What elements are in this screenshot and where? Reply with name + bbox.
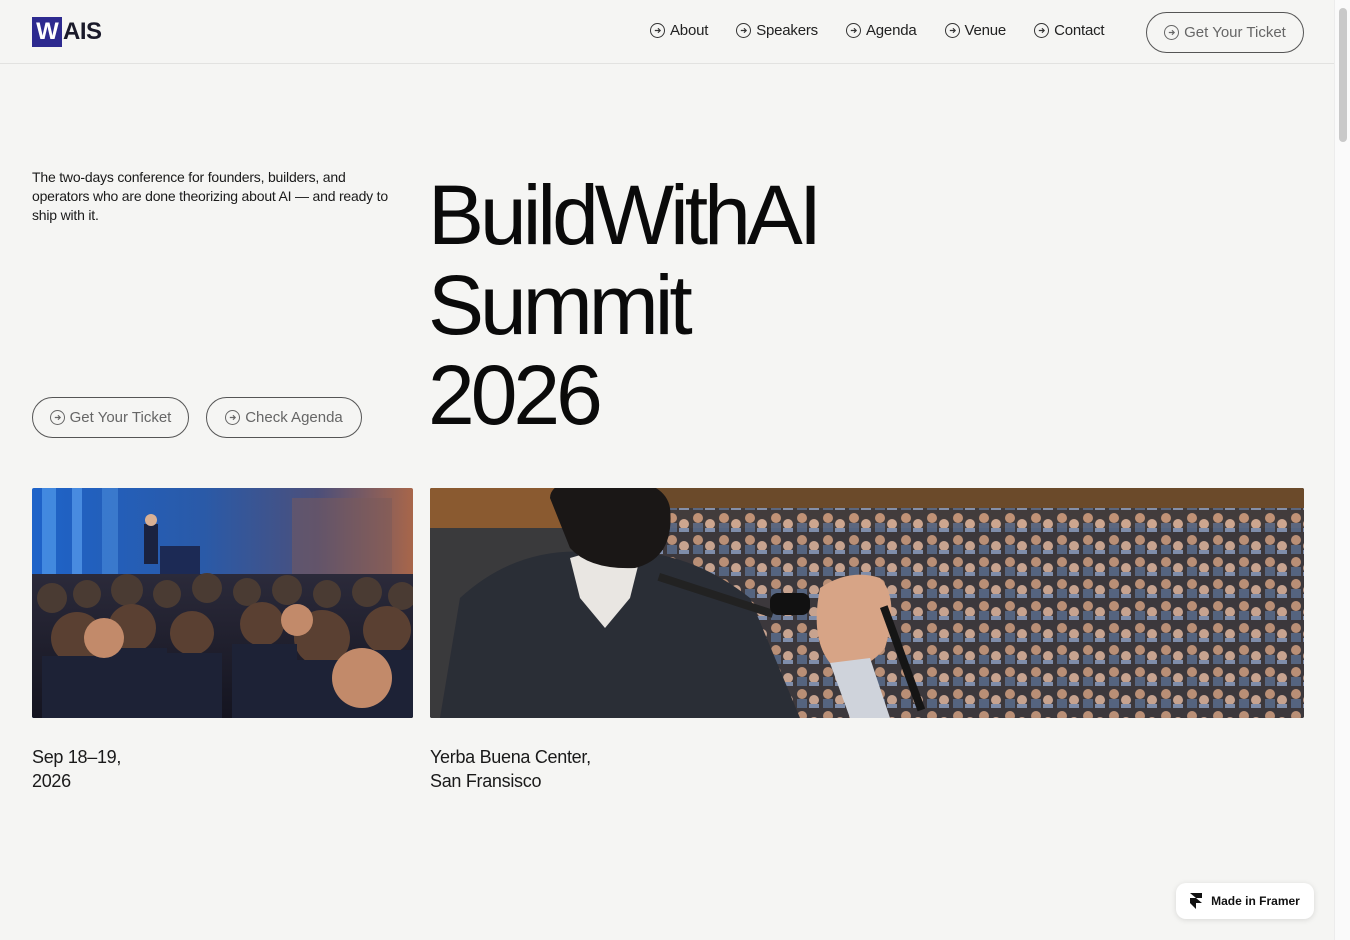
circle-arrow-right-icon	[225, 410, 241, 425]
hero-check-agenda-button[interactable]: Check Agenda	[206, 397, 362, 438]
event-date: Sep 18–19, 2026	[32, 747, 122, 791]
nav-label: Speakers	[756, 22, 818, 39]
circle-arrow-right-icon	[49, 410, 65, 425]
nav-label: Contact	[1054, 22, 1105, 39]
logo[interactable]: W AIS	[32, 16, 102, 48]
circle-arrow-right-icon	[944, 23, 960, 38]
circle-arrow-right-icon	[736, 23, 752, 38]
framer-icon	[1190, 893, 1203, 909]
hero-title: BuildWithAI Summit 2026	[428, 170, 1028, 440]
hero-buttons: Get Your Ticket Check Agenda	[32, 397, 362, 438]
nav-speakers[interactable]: Speakers	[736, 22, 818, 39]
hero-title-line: BuildWithAI	[428, 168, 822, 262]
hero-title-line: 2026	[428, 348, 603, 442]
audience-photo	[32, 488, 413, 718]
logo-mark: W	[32, 17, 62, 47]
header-get-ticket-button[interactable]: Get Your Ticket	[1146, 12, 1304, 53]
hero-get-ticket-button[interactable]: Get Your Ticket	[32, 397, 189, 438]
site-header: W AIS About Speakers Agenda Venue Contac…	[0, 0, 1334, 64]
button-label: Get Your Ticket	[69, 409, 172, 426]
page: W AIS About Speakers Agenda Venue Contac…	[0, 0, 1350, 940]
badge-label: Made in Framer	[1211, 894, 1300, 908]
scrollbar-thumb[interactable]	[1339, 8, 1347, 142]
nav-agenda[interactable]: Agenda	[845, 22, 917, 39]
main-nav: About Speakers Agenda Venue Contact	[650, 22, 1132, 39]
made-in-framer-badge[interactable]: Made in Framer	[1176, 883, 1314, 919]
circle-arrow-right-icon	[1034, 23, 1050, 38]
circle-arrow-right-icon	[845, 23, 861, 38]
circle-arrow-right-icon	[650, 23, 665, 38]
nav-label: Agenda	[865, 22, 917, 39]
page-scrollbar[interactable]	[1334, 0, 1350, 940]
logo-text: AIS	[63, 18, 102, 45]
nav-contact[interactable]: Contact	[1034, 22, 1105, 39]
nav-venue[interactable]: Venue	[944, 22, 1007, 39]
nav-about[interactable]: About	[650, 22, 708, 39]
nav-label: Venue	[964, 22, 1007, 39]
circle-arrow-right-icon	[1164, 25, 1180, 40]
button-label: Check Agenda	[245, 409, 343, 426]
hero-title-line: Summit	[428, 258, 693, 352]
hero-intro: The two-days conference for founders, bu…	[32, 169, 388, 223]
event-venue: Yerba Buena Center, San Fransisco	[430, 747, 591, 791]
button-label: Get Your Ticket	[1184, 24, 1286, 41]
speaker-photo	[430, 488, 1304, 718]
nav-label: About	[670, 22, 709, 39]
